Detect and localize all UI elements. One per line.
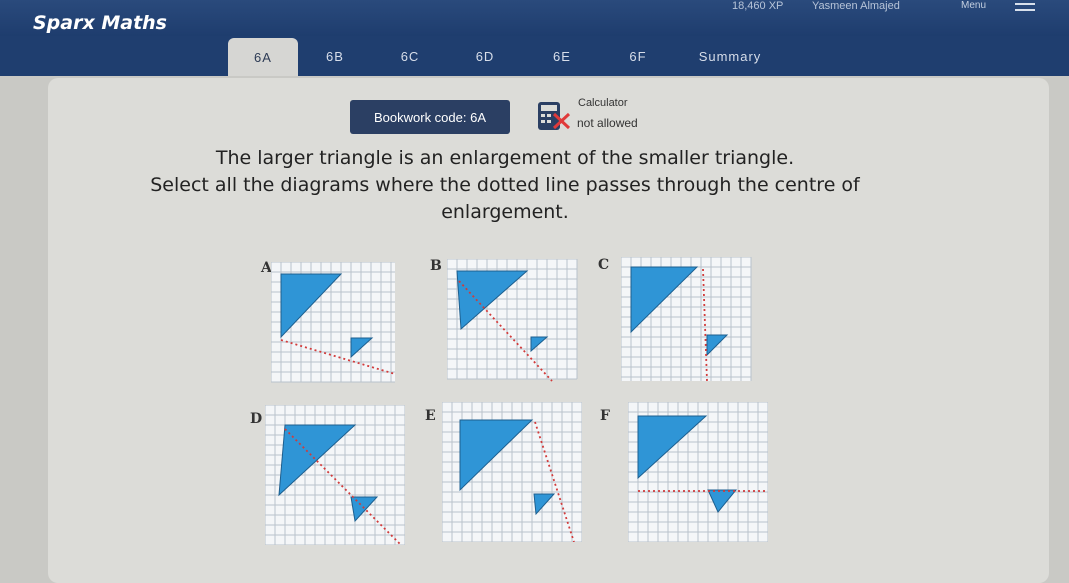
question-line-1: The larger triangle is an enlargement of… [215, 147, 795, 169]
tab-6d[interactable]: 6D [455, 36, 515, 76]
option-c[interactable]: C [593, 255, 758, 385]
option-a-diagram [271, 262, 396, 383]
bookwork-code: Bookwork code: 6A [350, 100, 510, 134]
option-d-diagram [265, 405, 405, 545]
hamburger-menu-icon[interactable] [1015, 3, 1035, 15]
option-f-label: F [600, 408, 610, 424]
option-e-label: E [425, 408, 436, 424]
option-f-diagram [628, 402, 768, 542]
option-d-label: D [250, 411, 263, 427]
option-e[interactable]: E [420, 400, 585, 545]
question-line-3: enlargement. [441, 201, 569, 223]
top-bar: Sparx Maths 18,460 XP Yasmeen Almajed Me… [0, 0, 1069, 36]
tab-6f[interactable]: 6F [608, 36, 668, 76]
option-c-label: C [598, 257, 610, 273]
option-c-diagram [621, 257, 752, 382]
tab-6b[interactable]: 6B [305, 36, 365, 76]
option-f[interactable]: F [595, 400, 770, 545]
option-b-diagram [447, 259, 578, 382]
xp-counter: 18,460 XP [732, 0, 784, 12]
tab-6a[interactable]: 6A [228, 38, 298, 76]
calculator-crossed-icon [538, 102, 571, 130]
tab-6e[interactable]: 6E [532, 36, 592, 76]
option-d[interactable]: D [245, 403, 410, 548]
option-a[interactable]: A [255, 258, 415, 388]
option-b[interactable]: B [425, 255, 585, 385]
tab-summary[interactable]: Summary [680, 36, 780, 76]
option-b-label: B [430, 258, 442, 274]
question-text: The larger triangle is an enlargement of… [90, 145, 920, 226]
task-tabs: 6A 6B 6C 6D 6E 6F Summary [0, 36, 1069, 76]
calculator-status: not allowed [577, 116, 638, 130]
tab-6c[interactable]: 6C [380, 36, 440, 76]
brand-logo[interactable]: Sparx Maths [33, 12, 167, 34]
user-name[interactable]: Yasmeen Almajed [812, 0, 900, 12]
menu-label[interactable]: Menu [961, 0, 986, 11]
question-line-2: Select all the diagrams where the dotted… [150, 174, 860, 196]
calculator-title: Calculator [578, 97, 628, 109]
option-e-diagram [442, 402, 582, 542]
